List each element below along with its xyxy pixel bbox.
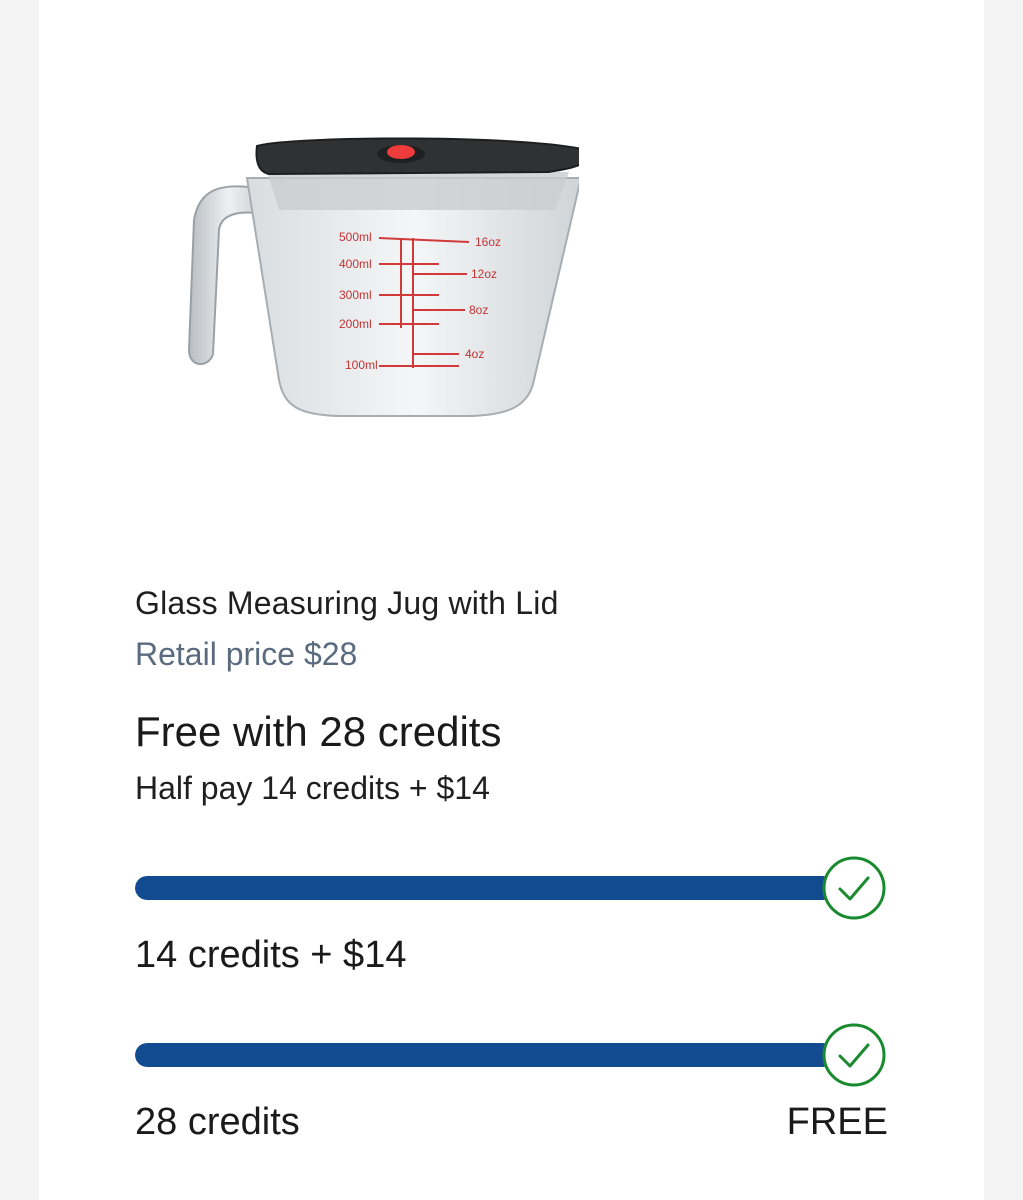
tier-2-progress xyxy=(135,1023,890,1093)
tier-1-label: 14 credits + $14 xyxy=(135,934,407,976)
svg-text:400ml: 400ml xyxy=(339,257,372,271)
tier-2-label: 28 credits xyxy=(135,1101,300,1143)
check-circle-icon xyxy=(822,856,886,920)
svg-text:12oz: 12oz xyxy=(471,267,497,281)
retail-price: Retail price $28 xyxy=(135,636,358,672)
free-offer-heading: Free with 28 credits xyxy=(135,708,502,755)
product-card: 500ml 400ml 300ml 200ml 100ml 16oz 12oz … xyxy=(39,0,984,1200)
tier-1-progress xyxy=(135,856,890,926)
svg-text:300ml: 300ml xyxy=(339,288,372,302)
free-label: FREE xyxy=(786,1101,888,1143)
svg-text:100ml: 100ml xyxy=(345,358,378,372)
progress-track xyxy=(135,1043,835,1067)
progress-fill xyxy=(135,876,835,900)
progress-fill xyxy=(135,1043,835,1067)
half-pay-text: Half pay 14 credits + $14 xyxy=(135,770,490,806)
progress-track xyxy=(135,876,835,900)
measuring-jug-image: 500ml 400ml 300ml 200ml 100ml 16oz 12oz … xyxy=(187,137,579,417)
svg-text:8oz: 8oz xyxy=(469,303,488,317)
svg-text:200ml: 200ml xyxy=(339,317,372,331)
product-title: Glass Measuring Jug with Lid xyxy=(135,585,559,621)
check-circle-icon xyxy=(822,1023,886,1087)
svg-text:4oz: 4oz xyxy=(465,347,484,361)
svg-text:500ml: 500ml xyxy=(339,230,372,244)
svg-text:16oz: 16oz xyxy=(475,235,501,249)
